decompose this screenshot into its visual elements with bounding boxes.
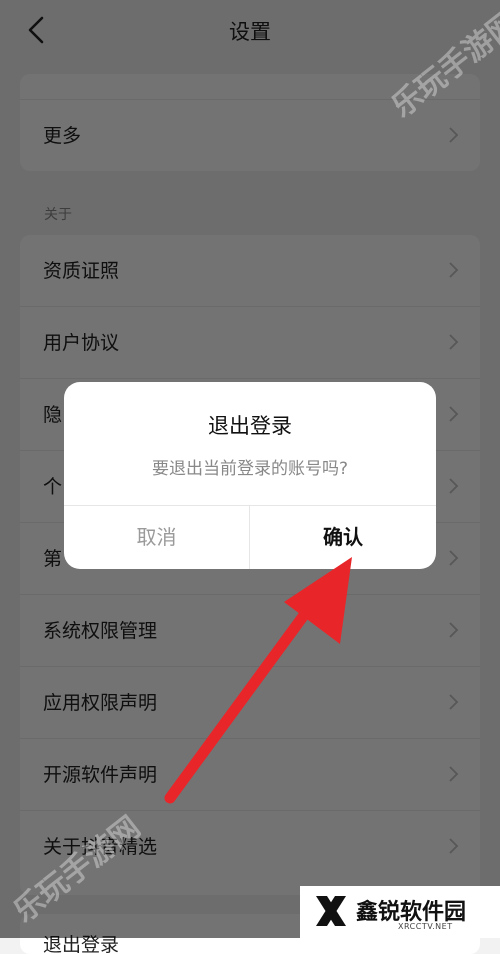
logout-confirm-dialog: 退出登录 要退出当前登录的账号吗? 取消 确认 (64, 382, 436, 569)
x-logo-icon (316, 896, 346, 926)
cancel-button[interactable]: 取消 (64, 506, 249, 569)
settings-page: 设置 更多 关于 资质证照用户协议隐个第系统权限管理应用权限声明开源软件声明关于… (0, 0, 500, 954)
confirm-button[interactable]: 确认 (250, 506, 436, 569)
logo-domain: XRCCTV.NET (398, 922, 453, 931)
site-logo: 鑫锐软件园 XRCCTV.NET (300, 886, 500, 938)
dialog-title: 退出登录 (208, 414, 292, 438)
dialog-message: 要退出当前登录的账号吗? (151, 459, 349, 479)
